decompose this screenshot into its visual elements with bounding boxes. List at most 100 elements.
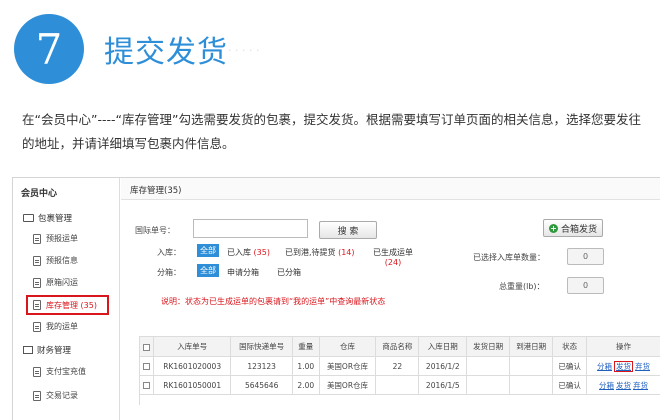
table-row: RK1601020003 123123 1.00 美国OR仓库 22 2016/… xyxy=(139,356,660,376)
cell-arrive-date xyxy=(509,375,554,395)
cell-weight: 1.00 xyxy=(291,356,320,376)
inventory-panel: 库存管理(35) 国际单号： 搜 索 + 合箱发货 入库： 全部 已入库 (35… xyxy=(121,178,660,420)
cell-tracking: 5645646 xyxy=(230,375,293,395)
sidebar-group-package[interactable]: 包裹管理 xyxy=(23,212,72,224)
search-button[interactable]: 搜 索 xyxy=(319,221,377,239)
abandon-link[interactable]: 弃货 xyxy=(633,381,648,390)
header-select-all[interactable] xyxy=(139,336,154,357)
cell-warehouse: 美国OR仓库 xyxy=(318,356,377,376)
step-ghost-text: · · · · · xyxy=(228,44,260,57)
option-count: (24) xyxy=(384,258,402,267)
split-box-link[interactable]: 分箱 xyxy=(599,381,614,390)
cell-weight: 2.00 xyxy=(291,375,320,395)
merge-ship-button[interactable]: + 合箱发货 xyxy=(543,219,603,237)
sidebar-item-forecast-waybill[interactable]: 预报运单 xyxy=(33,233,78,244)
table-row-partial xyxy=(139,394,660,405)
sidebar-item-transactions[interactable]: 交易记录 xyxy=(33,390,78,401)
table-row: RK1601050001 5645646 2.00 美国OR仓库 2016/1/… xyxy=(139,375,660,395)
tracking-search-input[interactable] xyxy=(193,219,308,238)
selected-count-field: 0 xyxy=(567,248,604,265)
split-filter-label: 分箱： xyxy=(157,268,181,277)
step-description: 在“会员中心”----“库存管理”勾选需要发货的包裹，提交发货。根据需要填写订单… xyxy=(22,112,641,151)
sidebar-title: 会员中心 xyxy=(21,189,58,199)
sidebar-item-my-waybill[interactable]: 我的运单 xyxy=(33,321,78,332)
partial-row-cell xyxy=(139,394,660,405)
money-icon xyxy=(23,346,33,354)
option-count: (35) xyxy=(253,248,270,257)
ship-link[interactable]: 发货 xyxy=(616,381,631,390)
total-weight-field: 0 xyxy=(567,277,604,294)
column-header: 到港日期 xyxy=(509,336,554,357)
merge-ship-label: 合箱发货 xyxy=(560,224,597,235)
sidebar-item-forecast-info[interactable]: 预报信息 xyxy=(33,255,78,266)
cell-ship-date xyxy=(466,375,511,395)
sidebar-item-label: 支付宝充值 xyxy=(46,367,86,376)
warehouse-filter-waybill[interactable]: 已生成运单 (24) xyxy=(373,247,413,267)
document-icon xyxy=(33,233,41,244)
sidebar-item-label: 原箱闪运 xyxy=(46,278,78,287)
sidebar-item-label: 我的运单 xyxy=(46,322,78,331)
split-box-link[interactable]: 分箱 xyxy=(597,362,612,371)
warehouse-filter-stored[interactable]: 已入库 (35) xyxy=(227,247,270,258)
column-header: 状态 xyxy=(552,336,588,357)
split-filter-all[interactable]: 全部 xyxy=(197,264,219,277)
cell-inbound-id: RK1601020003 xyxy=(152,356,232,376)
checkbox[interactable] xyxy=(143,363,150,370)
sidebar-item-alipay[interactable]: 支付宝充值 xyxy=(33,366,86,377)
column-header: 国际快递单号 xyxy=(230,336,293,357)
cell-arrive-date xyxy=(509,356,554,376)
total-weight-label: 总重量(lb)： xyxy=(499,282,545,291)
ship-link[interactable]: 发货 xyxy=(614,360,634,372)
cell-actions: 分箱 发货 弃货 xyxy=(586,356,660,376)
cell-product: 22 xyxy=(375,356,420,376)
document-icon xyxy=(33,390,41,401)
plus-icon: + xyxy=(548,223,558,233)
cell-ship-date xyxy=(466,356,511,376)
sidebar-item-label: 库存管理 (35) xyxy=(46,300,97,310)
warehouse-filter-label: 入库： xyxy=(157,248,181,257)
abandon-link[interactable]: 弃货 xyxy=(635,362,650,371)
option-label: 已生成运单 xyxy=(373,248,413,257)
checkbox[interactable] xyxy=(143,343,150,351)
column-header: 入库单号 xyxy=(152,336,232,357)
warehouse-filter-arrived[interactable]: 已到港,待提货 (14) xyxy=(285,247,355,258)
cell-product xyxy=(375,375,420,395)
member-center-screenshot: 会员中心 包裹管理 预报运单 预报信息 原箱闪运 库存管理 (35) 我的运单 … xyxy=(12,177,660,420)
column-header: 商品名称 xyxy=(375,336,420,357)
selected-count-label: 已选择入库单数量： xyxy=(473,253,545,262)
sidebar-group-finance[interactable]: 财务管理 xyxy=(23,344,71,356)
cell-status: 已确认 xyxy=(552,375,588,395)
column-header: 操作 xyxy=(586,336,660,357)
cell-in-date: 2016/1/5 xyxy=(418,375,468,395)
split-filter-done[interactable]: 已分箱 xyxy=(277,267,301,278)
document-icon xyxy=(33,321,41,332)
cell-in-date: 2016/1/2 xyxy=(418,356,468,376)
sidebar-item-label: 预报信息 xyxy=(46,256,78,265)
search-label: 国际单号： xyxy=(135,226,175,235)
sidebar-item-inventory[interactable]: 库存管理 (35) xyxy=(26,295,109,315)
option-label: 已入库 xyxy=(227,248,251,257)
row-select[interactable] xyxy=(139,356,154,376)
cell-status: 已确认 xyxy=(552,356,588,376)
sidebar-item-original-box[interactable]: 原箱闪运 xyxy=(33,277,78,288)
cell-inbound-id: RK1601050001 xyxy=(152,375,232,395)
column-header: 入库日期 xyxy=(418,336,468,357)
checkbox[interactable] xyxy=(143,382,150,389)
split-filter-apply[interactable]: 申请分箱 xyxy=(227,267,259,278)
status-note: 说明：状态为已生成运单的包裹请到“我的运单”中查询最新状态 xyxy=(161,297,386,306)
document-icon xyxy=(33,300,41,310)
row-select[interactable] xyxy=(139,375,154,395)
column-header: 发货日期 xyxy=(466,336,511,357)
cell-actions: 分箱 发货 弃货 xyxy=(586,375,660,395)
sidebar-group-label: 财务管理 xyxy=(37,346,72,356)
document-icon xyxy=(33,255,41,266)
table-header-row: 入库单号 国际快递单号 重量 仓库 商品名称 入库日期 发货日期 到港日期 状态… xyxy=(139,336,660,357)
search-button-label: 搜 索 xyxy=(337,226,359,237)
warehouse-filter-all[interactable]: 全部 xyxy=(197,244,219,257)
truck-icon xyxy=(23,214,34,222)
step-number: 7 xyxy=(35,24,63,74)
inventory-table: 入库单号 国际快递单号 重量 仓库 商品名称 入库日期 发货日期 到港日期 状态… xyxy=(139,336,660,405)
column-header: 仓库 xyxy=(318,336,377,357)
step-number-badge: 7 xyxy=(14,14,84,84)
document-icon xyxy=(33,277,41,288)
